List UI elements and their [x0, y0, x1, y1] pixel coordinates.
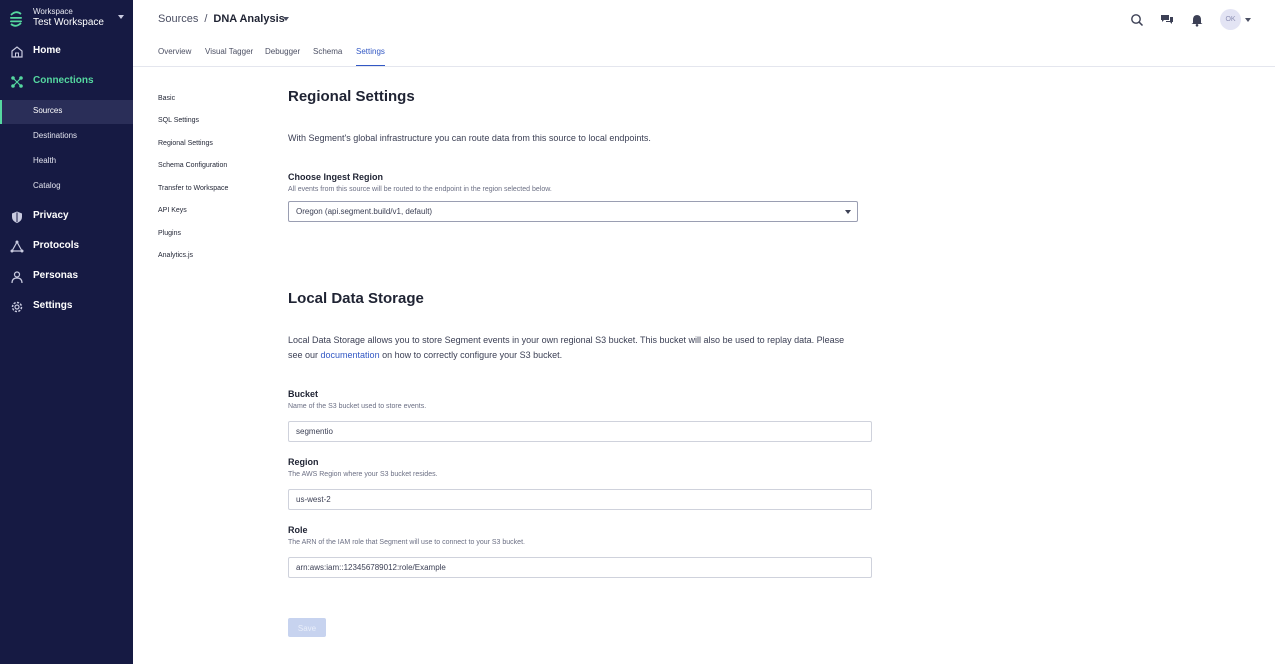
breadcrumb-separator: /	[204, 13, 208, 25]
source-switcher-chevron-icon[interactable]	[283, 17, 289, 21]
protocols-icon	[10, 240, 24, 253]
chevron-down-icon	[845, 210, 851, 214]
sidebar-item-label: Sources	[33, 106, 63, 115]
chevron-down-icon	[118, 15, 124, 19]
local-data-storage-description: Local Data Storage allows you to store S…	[288, 333, 858, 363]
workspace-label: Workspace	[33, 7, 73, 16]
workspace-switcher[interactable]: Workspace Test Workspace	[8, 6, 126, 34]
bucket-label: Bucket	[288, 389, 319, 399]
ingest-region-label: Choose Ingest Region	[288, 172, 384, 182]
settings-nav-basic[interactable]: Basic	[158, 95, 175, 102]
shield-icon	[12, 211, 22, 223]
ingest-region-help: All events from this source will be rout…	[288, 186, 552, 193]
nav-item-home[interactable]: Home	[0, 40, 133, 64]
role-help: The ARN of the IAM role that Segment wil…	[288, 539, 525, 546]
breadcrumb: Sources / DNA Analysis	[158, 13, 285, 25]
segment-logo-icon	[10, 11, 22, 27]
tab-settings[interactable]: Settings	[356, 47, 385, 66]
connections-icon	[11, 76, 23, 88]
ingest-region-value: Oregon (api.segment.build/v1, default)	[296, 207, 433, 216]
settings-nav-regional-settings[interactable]: Regional Settings	[158, 140, 213, 147]
person-icon	[11, 271, 23, 284]
nav-label-connections: Connections	[33, 75, 94, 86]
nav-item-personas[interactable]: Personas	[0, 265, 133, 289]
settings-nav-api-keys[interactable]: API Keys	[158, 207, 187, 214]
region-label: Region	[288, 457, 319, 467]
tab-debugger[interactable]: Debugger	[265, 47, 300, 56]
region-input[interactable]	[288, 489, 872, 510]
settings-nav-transfer-to-workspace[interactable]: Transfer to Workspace	[158, 185, 228, 192]
nav-label-protocols: Protocols	[33, 240, 80, 251]
nav-label-privacy: Privacy	[33, 210, 69, 221]
nav-label-settings: Settings	[33, 300, 73, 311]
sidebar-item-label: Catalog	[33, 181, 61, 190]
save-button[interactable]: Save	[288, 618, 326, 637]
feedback-icon[interactable]	[1160, 13, 1174, 27]
settings-nav-sql-settings[interactable]: SQL Settings	[158, 117, 199, 124]
sidebar-item-catalog[interactable]: Catalog	[0, 175, 133, 199]
search-icon[interactable]	[1130, 13, 1144, 27]
ingest-region-select[interactable]: Oregon (api.segment.build/v1, default)	[288, 201, 858, 222]
sidebar-item-sources[interactable]: Sources	[0, 100, 133, 124]
sidebar-item-destinations[interactable]: Destinations	[0, 125, 133, 149]
avatar[interactable]: OK	[1220, 9, 1241, 30]
regional-settings-description: With Segment's global infrastructure you…	[288, 133, 651, 143]
description-text-end: on how to correctly configure your S3 bu…	[379, 350, 563, 360]
home-icon	[11, 46, 23, 58]
sidebar: Workspace Test Workspace Home Connection…	[0, 0, 133, 664]
settings-nav-schema-configuration[interactable]: Schema Configuration	[158, 162, 227, 169]
bell-icon[interactable]	[1190, 13, 1204, 27]
gear-icon	[11, 301, 23, 313]
top-bar: Sources / DNA Analysis Overview Visual Tag…	[133, 0, 1275, 67]
tab-schema[interactable]: Schema	[313, 47, 342, 56]
settings-nav-plugins[interactable]: Plugins	[158, 230, 181, 237]
documentation-link[interactable]: documentation	[321, 350, 380, 360]
sidebar-item-health[interactable]: Health	[0, 150, 133, 174]
tab-overview[interactable]: Overview	[158, 47, 191, 56]
sidebar-item-label: Destinations	[33, 131, 78, 140]
sidebar-item-label: Health	[33, 156, 57, 165]
nav-item-protocols[interactable]: Protocols	[0, 235, 133, 259]
nav-item-settings[interactable]: Settings	[0, 295, 133, 319]
breadcrumb-sources-link[interactable]: Sources	[158, 13, 198, 25]
nav-item-privacy[interactable]: Privacy	[0, 205, 133, 229]
role-label: Role	[288, 525, 308, 535]
regional-settings-title: Regional Settings	[288, 88, 415, 105]
bucket-help: Name of the S3 bucket used to store even…	[288, 403, 427, 410]
workspace-name: Test Workspace	[33, 17, 104, 28]
role-input[interactable]	[288, 557, 872, 578]
chevron-down-icon[interactable]	[1245, 18, 1251, 22]
local-data-storage-title: Local Data Storage	[288, 290, 424, 307]
nav-label-home: Home	[33, 45, 61, 56]
nav-item-connections[interactable]: Connections	[0, 70, 133, 94]
nav-label-personas: Personas	[33, 270, 79, 281]
region-help: The AWS Region where your S3 bucket resi…	[288, 471, 438, 478]
settings-nav-analytics-js[interactable]: Analytics.js	[158, 252, 193, 259]
bucket-input[interactable]	[288, 421, 872, 442]
tab-visual-tagger[interactable]: Visual Tagger	[205, 47, 253, 56]
breadcrumb-current: DNA Analysis	[213, 13, 285, 25]
